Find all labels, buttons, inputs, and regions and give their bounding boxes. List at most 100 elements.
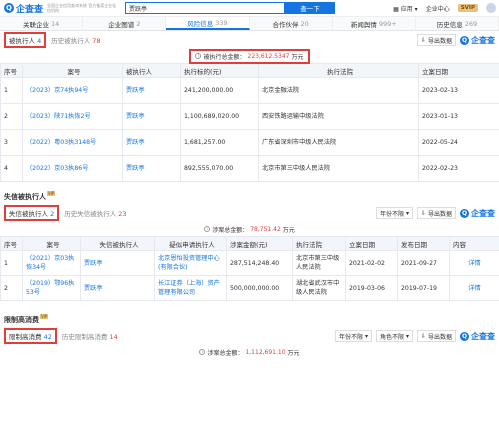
brand-text: 企查查	[471, 208, 495, 218]
app-label: 应用	[400, 5, 413, 13]
tab-partners[interactable]: 合作伙伴 20	[250, 17, 333, 30]
top-bar: Q 企查查 全国企业信用查询系统 官方备案企业征信机构 贾跃亭 查一下 ▦ 应用…	[0, 0, 499, 17]
dishonest-section-title: 失信被执行人 VIP	[0, 190, 499, 204]
history-label: 历史被执行人	[51, 37, 91, 45]
year-filter-dropdown[interactable]: 年份不限 ▾	[334, 330, 372, 342]
export-button[interactable]: ⇩ 导出数据	[417, 207, 456, 219]
person-link[interactable]: 贾跃亭	[122, 77, 181, 104]
restricted-chip[interactable]: 限制高消费 42	[4, 328, 57, 344]
case-link[interactable]: （2021）京03执恢34号	[22, 250, 81, 276]
tab-count: 269	[464, 19, 478, 28]
court: 西安铁路运输中级法院	[258, 103, 419, 130]
person-link[interactable]: 贾跃亭	[122, 103, 181, 130]
column-header: 立案日期	[418, 63, 499, 78]
restricted-total: i 涉案总金额： 1,112,691.10 万元	[199, 348, 300, 357]
restricted-total-row: i 涉案总金额： 1,112,691.10 万元	[0, 345, 499, 359]
dishonest-filter-bar: 失信被执行人 2 历史失信被执行人 23 年份不限 ▾ ⇩ 导出数据 Q 企查查	[0, 204, 499, 222]
date: 2023-01-13	[418, 103, 499, 130]
avatar[interactable]	[486, 3, 496, 13]
restricted-filter-bar: 限制高消费 42 历史限制高消费 14 年份不限 ▾ 角色不限 ▾ ⇩ 导出数据 Q…	[0, 327, 499, 345]
column-header: 发布日期	[397, 236, 450, 251]
dropdown-label: 年份不限	[338, 333, 363, 341]
column-header: 失信被执行人	[80, 236, 155, 251]
chevron-down-icon: ▾	[364, 332, 368, 340]
chevron-down-icon: ▾	[406, 332, 410, 340]
tab-count: 14	[50, 19, 60, 28]
export-button[interactable]: ⇩ 导出数据	[417, 330, 456, 342]
column-header: 被执行人	[122, 63, 181, 78]
total-unit: 万元	[282, 226, 295, 234]
column-header: 立案日期	[345, 236, 398, 251]
info-icon: i	[204, 226, 211, 232]
case-link[interactable]: （2019）鄂96执53号	[22, 275, 81, 301]
dishonest-total-row: i 涉案总金额： 78,751.42 万元	[0, 222, 499, 236]
risk-tabs: 关联企业 14 企业图谱 2 风险信息 339 合作伙伴 20 新闻舆情 999+ 历史信…	[0, 17, 499, 31]
court: 广东省深圳市中级人民法院	[258, 129, 419, 156]
chip-count: 4	[37, 37, 42, 45]
tab-history[interactable]: 历史信息 269	[416, 17, 499, 30]
section-title-text: 失信被执行人	[4, 193, 46, 201]
person-link[interactable]: 贾跃亭	[80, 275, 155, 301]
history-label: 历史限制高消费	[61, 333, 108, 341]
chevron-down-icon: ▾	[414, 5, 418, 13]
case-link[interactable]: （2022）京03执86号	[22, 155, 123, 182]
person-link[interactable]: 贾跃亭	[122, 129, 181, 156]
chip-count: 42	[43, 333, 52, 341]
tab-news[interactable]: 新闻舆情 999+	[333, 17, 416, 30]
amount: 241,200,000.00	[180, 77, 259, 104]
date: 2023-02-13	[418, 77, 499, 104]
date: 2022-02-23	[418, 155, 499, 182]
executed-total: i 被执行总金额： 223,612.5347 万元	[189, 48, 310, 64]
detail-link[interactable]: 详情	[449, 250, 499, 276]
logo[interactable]: Q 企查查	[4, 2, 43, 15]
tab-related-companies[interactable]: 关联企业 14	[0, 17, 84, 30]
filed-date: 2021-02-02	[345, 250, 398, 276]
person-link[interactable]: 贾跃亭	[80, 250, 155, 276]
detail-link[interactable]: 详情	[449, 275, 499, 301]
history-restricted-link[interactable]: 历史限制高消费 14	[62, 331, 118, 341]
section-title-text: 限制高消费	[4, 316, 39, 324]
row-no: 1	[0, 250, 23, 276]
role-filter-dropdown[interactable]: 角色不限 ▾	[376, 330, 414, 342]
logo-text: 企查查	[16, 4, 44, 15]
tab-count: 999+	[378, 19, 397, 28]
table-header: 序号 案号 被执行人 执行标的(元) 执行法院 立案日期	[0, 63, 499, 78]
tab-label: 关联企业	[22, 20, 49, 29]
tab-label: 历史信息	[436, 20, 463, 29]
case-link[interactable]: （2023）陕71执恢2号	[22, 103, 123, 130]
executed-chip[interactable]: 被执行人 4	[4, 32, 47, 48]
enterprise-center-link[interactable]: 企业中心	[426, 4, 450, 13]
dishonest-table: 序号 案号 失信被执行人 疑似申请执行人 涉案金额(元) 执行法院 立案日期 发…	[0, 236, 499, 301]
dishonest-chip[interactable]: 失信被执行人 2	[4, 205, 60, 221]
applicant-link[interactable]: 长江证券（上海）资产管理有限公司	[154, 275, 227, 301]
brand-text: 企查查	[471, 331, 495, 341]
search-button[interactable]: 查一下	[285, 2, 336, 14]
case-link[interactable]: （2022）粤03执3148号	[22, 129, 123, 156]
search-input[interactable]: 贾跃亭	[125, 2, 286, 14]
tab-company-graph[interactable]: 企业图谱 2	[83, 17, 167, 30]
total-label: 涉案总金额：	[207, 349, 244, 357]
person-link[interactable]: 贾跃亭	[122, 155, 181, 182]
brand-text: 企查查	[471, 35, 495, 45]
applicant-link[interactable]: 北京恩怡投资管理中心(有限合伙)	[154, 250, 227, 276]
export-button[interactable]: ⇩ 导出数据	[417, 34, 456, 46]
court: 湖北省武汉市中级人民法院	[292, 275, 346, 301]
svip-badge[interactable]: SVIP	[457, 4, 478, 12]
year-filter-dropdown[interactable]: 年份不限 ▾	[376, 207, 414, 219]
history-dishonest-link[interactable]: 历史失信被执行人 23	[64, 208, 126, 218]
history-count: 78	[92, 37, 101, 45]
total-unit: 万元	[291, 53, 304, 61]
history-executed-link[interactable]: 历史被执行人 78	[51, 35, 100, 45]
column-header: 涉案金额(元)	[226, 236, 293, 251]
tab-count: 2	[136, 19, 141, 28]
logo-icon: Q	[460, 331, 469, 341]
tab-count: 20	[300, 19, 309, 28]
amount: 892,555,070.00	[180, 155, 259, 182]
logo-icon: Q	[460, 208, 469, 218]
export-label: 导出数据	[427, 333, 452, 341]
row-no: 3	[0, 129, 23, 156]
tab-risk-info[interactable]: 风险信息 339	[166, 17, 250, 30]
info-icon: i	[195, 53, 202, 59]
app-menu[interactable]: ▦ 应用 ▾	[393, 4, 418, 13]
case-link[interactable]: （2023）京74执94号	[22, 77, 123, 104]
